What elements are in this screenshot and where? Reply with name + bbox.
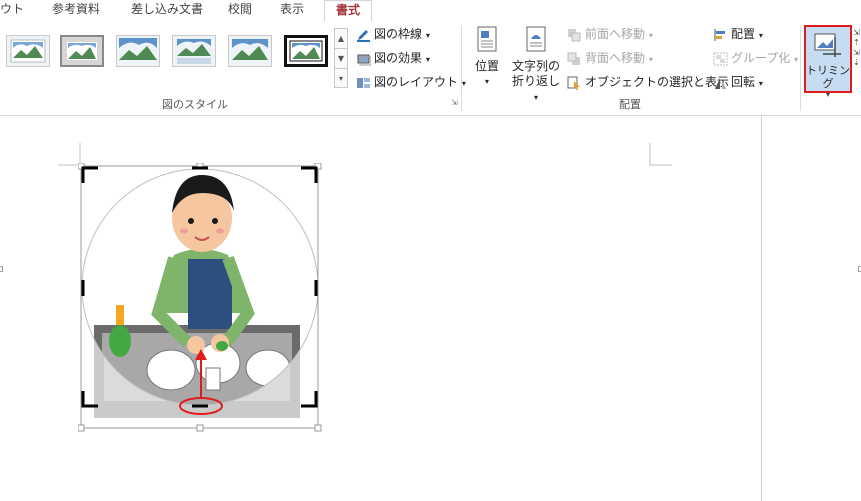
selection-pane-button[interactable]: オブジェクトの選択と表示 (567, 72, 729, 92)
picture-style-thumb[interactable] (228, 35, 272, 67)
picture-style-thumb[interactable] (116, 35, 160, 67)
ribbon: ▲ ▼ ▾ 図の枠線 ▾ 図の効果 ▾ 図のレイアウト ▾ 図のスタイル ⇲ 位… (0, 21, 861, 116)
bring-forward-icon (568, 28, 581, 41)
picture-style-thumb[interactable] (60, 35, 104, 67)
picture-border-button[interactable]: 図の枠線 ▾ (356, 24, 430, 44)
tab-review[interactable]: 校閲 (228, 0, 252, 20)
picture-style-thumb[interactable] (172, 35, 216, 67)
page-marker (0, 266, 3, 272)
picture-style-thumb[interactable] (6, 35, 50, 67)
dialog-launcher-icon[interactable]: ⇲ (451, 99, 459, 107)
tab-layout[interactable]: ウト (0, 0, 24, 20)
gallery-scroll[interactable]: ▲ ▼ ▾ (334, 28, 348, 88)
group-separator (461, 26, 462, 111)
group-button[interactable]: グループ化 ▾ (713, 48, 798, 68)
selection-pane-icon (567, 76, 580, 90)
pencil-icon (357, 29, 370, 42)
ribbon-overflow-icons: ⇲ ⇡ ⇲ ⇣ (853, 28, 860, 67)
wrap-text-button[interactable]: 文字列の 折り返し▾ (510, 25, 562, 105)
align-button[interactable]: 配置 ▾ (713, 24, 763, 44)
tab-references[interactable]: 参考資料 (52, 0, 100, 20)
gallery-up-icon[interactable]: ▲ (335, 29, 347, 49)
gallery-more-icon[interactable]: ▾ (335, 69, 347, 88)
group-label-arrange: 配置 (619, 98, 641, 111)
bring-forward-button[interactable]: 前面へ移動 ▾ (567, 24, 653, 44)
cropped-picture[interactable] (78, 163, 328, 438)
rotate-button[interactable]: 回転 ▾ (713, 72, 763, 92)
gallery-down-icon[interactable]: ▼ (335, 49, 347, 69)
align-icon (714, 28, 725, 41)
crop-icon (814, 33, 841, 57)
send-backward-icon (567, 52, 580, 65)
effects-icon (357, 54, 371, 65)
group-separator (800, 26, 801, 111)
wrap-text-icon (526, 26, 546, 52)
crop-button[interactable]: トリミング ▾ (804, 25, 852, 99)
tab-mailings[interactable]: 差し込み文書 (131, 0, 203, 20)
rotate-icon (715, 77, 726, 89)
position-button[interactable]: 位置 ▾ (470, 25, 504, 89)
group-icon (713, 52, 728, 65)
position-icon (477, 26, 497, 52)
picture-effects-button[interactable]: 図の効果 ▾ (356, 48, 430, 68)
picture-layout-button[interactable]: 図のレイアウト ▾ (356, 72, 466, 92)
picture-style-thumb[interactable] (284, 35, 328, 67)
send-backward-button[interactable]: 背面へ移動 ▾ (567, 48, 653, 68)
layout-icon (357, 77, 370, 88)
ribbon-tab-bar: ウト 参考資料 差し込み文書 校閲 表示 書式 (0, 0, 861, 23)
tab-format[interactable]: 書式 (324, 0, 372, 23)
group-label-picture-styles: 図のスタイル (162, 98, 228, 111)
tab-view[interactable]: 表示 (280, 0, 304, 20)
